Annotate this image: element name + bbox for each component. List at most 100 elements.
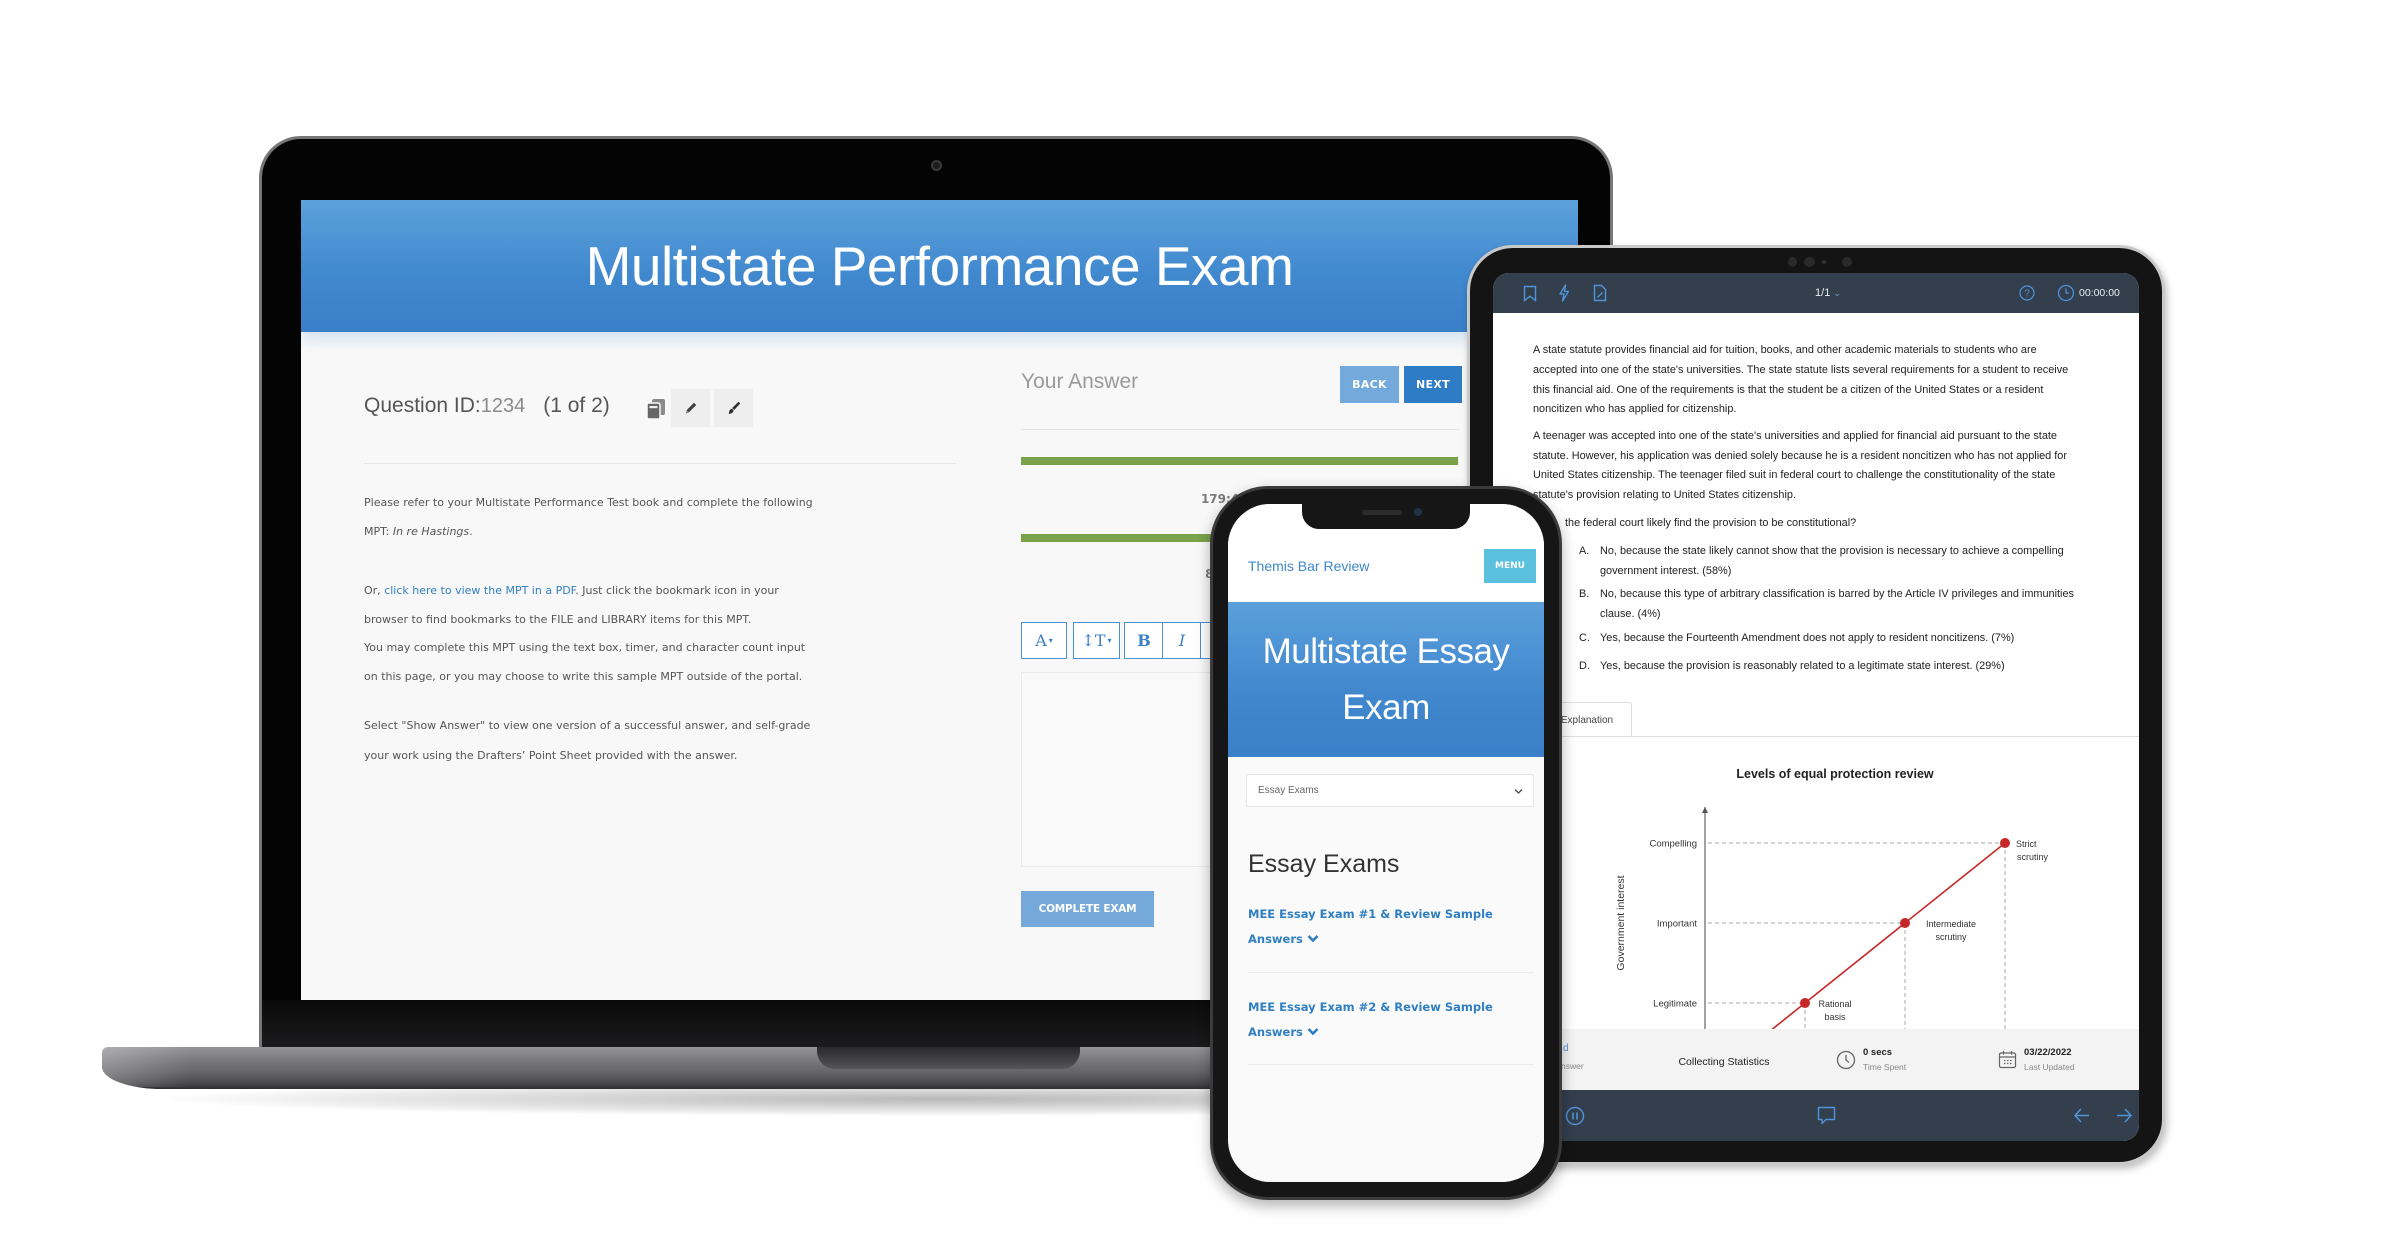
tab-underline (1542, 736, 2139, 737)
tablet-camera-icon (1822, 260, 1826, 264)
pause-icon[interactable] (1565, 1106, 1585, 1126)
pencil-button[interactable] (671, 389, 710, 427)
link-label: MEE Essay Exam #2 & Review Sample Answer… (1248, 1000, 1493, 1039)
instructions-line: on this page, or you may choose to write… (364, 670, 803, 683)
y-tick-label: Compelling (1649, 839, 1697, 850)
next-button[interactable]: NEXT (1404, 366, 1462, 403)
timer-progress-fill (1021, 457, 1459, 465)
instructions-line: Or, click here to view the MPT in a PDF.… (364, 583, 779, 599)
passage-line: statute's provision relating to United S… (1533, 489, 1796, 501)
instructions-line: Please refer to your Multistate Performa… (364, 496, 813, 509)
elapsed-timer: 00:00:00 (2079, 287, 2120, 299)
essay-exam-link[interactable]: MEE Essay Exam #1 & Review Sample Answer… (1248, 902, 1510, 952)
option-a-text[interactable]: government interest. (58%) (1600, 564, 1731, 578)
exam-type-select[interactable]: Essay Exams (1246, 774, 1534, 807)
font-button[interactable]: A ▾ (1021, 622, 1067, 659)
option-d-text[interactable]: Yes, because the provision is reasonably… (1600, 659, 2005, 673)
case-name: In re Hastings (392, 525, 470, 538)
option-b-text[interactable]: No, because this type of arbitrary class… (1600, 587, 2074, 601)
text: . (469, 525, 473, 538)
line-height-label: ↕T (1081, 631, 1106, 650)
page-title: Multistate Performance Exam (585, 235, 1294, 297)
option-letter: B. (1579, 588, 1590, 600)
page-selector[interactable]: 1/1 ⌄ (1793, 273, 1863, 313)
data-point-label: Strict (2016, 839, 2037, 849)
question-id-line: Question ID:1234 (1 of 2) (364, 394, 610, 418)
question-id-label: Question ID: (364, 394, 481, 417)
brand-link[interactable]: Themis Bar Review (1248, 558, 1369, 574)
copy-icon[interactable] (644, 397, 668, 421)
notes-icon[interactable] (1593, 284, 1607, 302)
pencil-icon (685, 402, 696, 414)
collecting-statistics: Collecting Statistics (1678, 1056, 1770, 1068)
essay-exam-link[interactable]: MEE Essay Exam #2 & Review Sample Answer… (1248, 995, 1510, 1045)
question-stem: the federal court likely find the provis… (1565, 517, 1857, 529)
back-button[interactable]: BACK (1340, 366, 1399, 403)
instructions-line: You may complete this MPT using the text… (364, 641, 806, 654)
data-point (1800, 998, 1810, 1008)
phone-page-title: Multistate Essay Exam (1262, 631, 1510, 727)
italic-button[interactable]: I (1162, 622, 1202, 659)
data-point-label: Intermediate (1926, 919, 1976, 929)
caret-down-icon: ▾ (1048, 636, 1053, 645)
option-c-text[interactable]: Yes, because the Fourteenth Amendment do… (1600, 631, 2014, 645)
data-point (1900, 918, 1910, 928)
tablet: 1/1 ⌄ ? 00:00:00 A state statute provide… (1467, 245, 2165, 1165)
chevron-down-icon (1514, 788, 1523, 795)
tablet-screen: 1/1 ⌄ ? 00:00:00 A state statute provide… (1493, 273, 2139, 1141)
arrow-right-icon[interactable] (2115, 1107, 2133, 1124)
laptop-camera-icon (931, 160, 942, 171)
phone-notch (1302, 504, 1470, 529)
text: . Just click the bookmark icon in your (575, 584, 779, 597)
section-heading: Essay Exams (1248, 850, 1400, 878)
arrow-left-icon[interactable] (2073, 1107, 2091, 1124)
bold-button[interactable]: B (1124, 622, 1164, 659)
data-point-label: scrutiny (1935, 932, 1967, 942)
comment-icon[interactable] (1817, 1106, 1836, 1126)
select-value: Essay Exams (1258, 785, 1319, 796)
timer-progress-fill (1021, 534, 1240, 542)
font-label: A (1035, 631, 1047, 650)
partial-status: d (1563, 1043, 1569, 1054)
passage-line: A state statute provides financial aid f… (1533, 344, 2037, 356)
tablet-sensor (1804, 257, 1815, 267)
bookmark-icon[interactable] (1523, 285, 1537, 302)
tablet-header-bar: 1/1 ⌄ ? 00:00:00 (1493, 273, 2139, 313)
option-b-text[interactable]: clause. (4%) (1600, 607, 1661, 621)
laptop-base-highlight (102, 1047, 192, 1087)
passage-line: United States citizenship. The teenager … (1533, 469, 2056, 481)
passage-line: accepted into one of the state's univers… (1533, 364, 2069, 376)
svg-text:?: ? (2024, 289, 2030, 300)
brush-icon (728, 401, 740, 414)
last-updated-date: 03/22/2022 (2024, 1047, 2072, 1058)
tablet-sensor (1842, 257, 1852, 267)
line-height-button[interactable]: ↕T ▾ (1073, 622, 1120, 659)
data-point (2000, 838, 2010, 848)
flashcard-bolt-icon[interactable] (1557, 284, 1571, 302)
data-point-label: basis (1824, 1012, 1846, 1022)
view-pdf-link[interactable]: click here to view the MPT in a PDF (384, 584, 575, 597)
phone-hero: Multistate Essay Exam (1228, 602, 1544, 757)
time-spent-icon (1836, 1050, 1856, 1070)
divider (1248, 1064, 1534, 1065)
complete-exam-button[interactable]: COMPLETE EXAM (1021, 891, 1154, 927)
link-label: MEE Essay Exam #1 & Review Sample Answer… (1248, 907, 1493, 946)
highlight-button[interactable] (714, 389, 753, 427)
help-icon[interactable]: ? (2019, 285, 2035, 301)
chevron-down-icon: ⌄ (1833, 288, 1841, 298)
chevron-down-icon (1307, 935, 1319, 943)
menu-button[interactable]: MENU (1484, 549, 1536, 583)
exam-header: Multistate Performance Exam (301, 200, 1578, 332)
phone: Themis Bar Review MENU Multistate Essay … (1210, 486, 1562, 1200)
timer-progress-bar (1021, 457, 1459, 465)
option-letter: C. (1579, 632, 1590, 644)
phone-screen: Themis Bar Review MENU Multistate Essay … (1228, 504, 1544, 1182)
question-position: (1 of 2) (543, 394, 610, 417)
text: Or, (364, 584, 385, 597)
y-axis-label: Government interest (1615, 875, 1627, 970)
speaker-icon (1362, 510, 1402, 515)
instructions-line: your work using the Drafters’ Point Shee… (364, 749, 738, 762)
statistics-footer: d nswer Collecting Statistics 0 secs Tim… (1493, 1029, 2139, 1090)
option-a-text[interactable]: No, because the state likely cannot show… (1600, 544, 2064, 558)
page-indicator: 1/1 (1815, 287, 1831, 299)
